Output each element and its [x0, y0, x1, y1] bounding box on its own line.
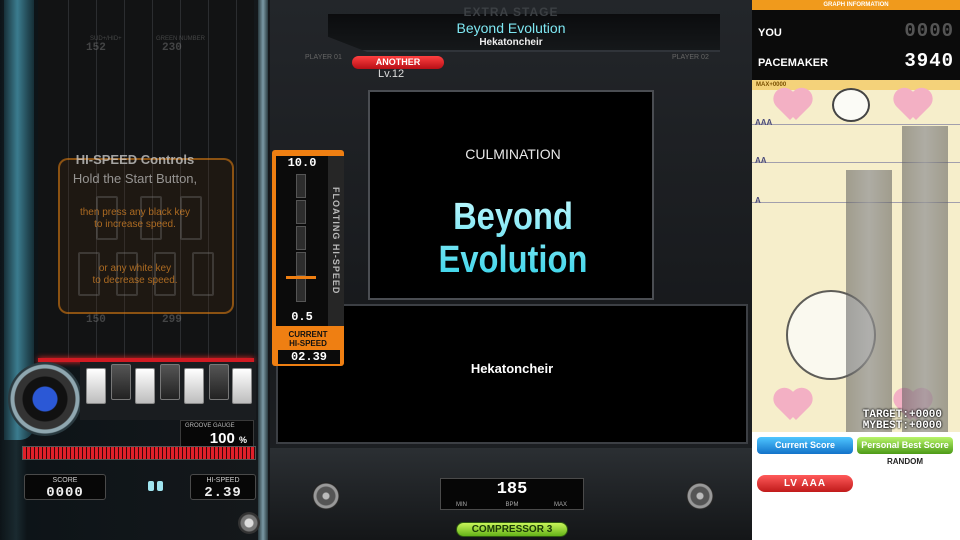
bpm-value: 185: [496, 480, 528, 499]
compressor-badge: COMPRESSOR 3: [456, 522, 568, 537]
hispeed-box: HI-SPEED 2.39: [190, 474, 256, 501]
current-hispeed-label: CURRENT HI-SPEED: [288, 330, 328, 348]
turntable-scratch[interactable]: [8, 362, 82, 436]
you-label: YOU: [758, 27, 782, 39]
groove-gauge-bar: [22, 446, 256, 460]
hispeed-help-title: HI-SPEED Controls: [75, 152, 195, 167]
groove-gauge-label: GROOVE GAUGE: [185, 423, 235, 429]
key-4[interactable]: [160, 364, 180, 400]
pacemaker-label: PACEMAKER: [758, 57, 829, 69]
floating-hispeed-min: 0.5: [291, 310, 313, 324]
status-lamps: [148, 476, 170, 491]
mascot-head: [832, 88, 870, 122]
random-option-label: RANDOM: [887, 457, 923, 466]
level-label: Lv.12: [378, 68, 405, 80]
player1-label: PLAYER 01: [305, 54, 342, 61]
scale-segment: [296, 200, 306, 224]
score-value: 0000: [46, 485, 84, 501]
hispeed-help-line2: then press any black key to increase spe…: [79, 207, 191, 230]
grade-label-a: A: [755, 196, 761, 205]
grade-label-aa: AA: [755, 156, 767, 165]
key-3[interactable]: [135, 368, 155, 404]
ghost-number-bottom-right: 299: [162, 314, 182, 326]
grade-line-aaa: [752, 124, 960, 125]
scale-segment: [296, 174, 306, 198]
personal-best-button[interactable]: Personal Best Score: [857, 437, 953, 454]
card-title: Beyond Evolution: [388, 196, 637, 282]
ghost-number-bottom-left: 150: [86, 314, 106, 326]
key-7[interactable]: [232, 368, 252, 404]
hispeed-label: HI-SPEED: [206, 477, 240, 484]
groove-gauge-number: 100: [209, 430, 235, 447]
graph-info-title: GRAPH INFORMATION: [752, 0, 960, 10]
groove-gauge-unit: %: [238, 435, 247, 445]
floating-hispeed-max: 10.0: [287, 156, 317, 170]
song-title: Beyond Evolution: [456, 20, 566, 36]
target-score-bar: [846, 170, 892, 432]
player2-label: PLAYER 02: [672, 54, 709, 61]
song-artist: Hekatoncheir: [479, 37, 543, 48]
score-label: SCORE: [52, 477, 78, 484]
floating-hispeed-marker: [286, 276, 316, 279]
bolt-icon: [312, 482, 340, 510]
scale-segment: [296, 278, 306, 302]
groove-gauge-value: 100 %: [210, 430, 247, 447]
hispeed-help-line1: Hold the Start Button,: [72, 171, 198, 186]
scale-segment: [296, 226, 306, 250]
current-hispeed-value: 02.39: [278, 350, 340, 364]
score-graph: MAX+0000 AAA AA A: [752, 80, 960, 432]
bpm-label: BPM: [505, 502, 519, 508]
knob-icon: [238, 512, 260, 534]
key-5[interactable]: [184, 368, 204, 404]
floating-hispeed-label: FLOATING HI-SPEED: [328, 156, 344, 326]
hispeed-value: 2.39: [204, 485, 242, 501]
ghost-number-top-right: 230: [162, 42, 182, 54]
bolt-icon: [686, 482, 714, 510]
key-1[interactable]: [86, 368, 106, 404]
hispeed-help-line3: or any white key to decrease speed.: [92, 263, 178, 286]
key-2[interactable]: [111, 364, 131, 400]
card-genre: CULMINATION: [465, 146, 561, 162]
target-grade-badge: LV AAA: [757, 475, 853, 492]
mybest-line: MYBEST:+0000: [862, 420, 942, 432]
current-score-button[interactable]: Current Score: [757, 437, 853, 454]
heart-icon: [774, 90, 812, 124]
scale-segment: [296, 252, 306, 276]
card-artist: Hekatoncheir: [470, 361, 554, 376]
pacemaker-score: 3940: [904, 50, 954, 72]
ghost-number-top-left: 152: [86, 42, 106, 54]
target-diff: TARGET:+0000 MYBEST:+0000: [752, 410, 942, 432]
stage-label: EXTRA STAGE: [463, 5, 559, 19]
grade-label-aaa: AAA: [755, 118, 773, 127]
you-score: 0000: [904, 20, 954, 42]
score-box: SCORE 0000: [24, 474, 106, 501]
heart-icon: [894, 90, 932, 124]
key-6[interactable]: [209, 364, 229, 400]
pacemaker-score-bar: [902, 126, 948, 432]
bpm-max-label: MAX: [554, 502, 568, 508]
bpm-min-label: MIN: [456, 502, 467, 508]
